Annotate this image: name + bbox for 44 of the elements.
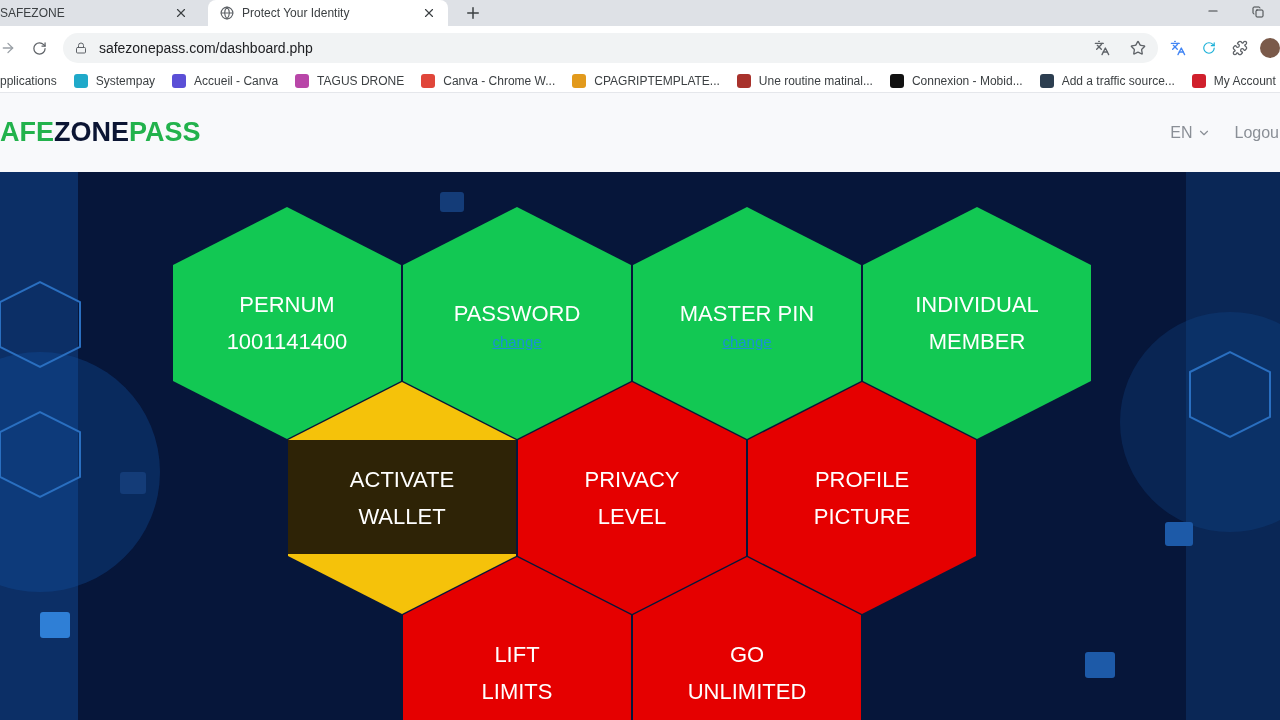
bookmark[interactable]: Connexion - Mobid... <box>889 72 1023 90</box>
tile-label: PERNUM <box>239 291 335 319</box>
bookmark[interactable]: TAGUS DRONE <box>295 72 405 90</box>
puzzle-icon[interactable] <box>1232 40 1249 56</box>
tab-title: SAFEZONE <box>0 5 66 22</box>
tile-label: 1001141400 <box>226 328 348 356</box>
tile-label: INDIVIDUAL <box>915 291 1039 319</box>
translate-extension-icon[interactable] <box>1170 40 1187 56</box>
close-icon[interactable] <box>422 6 436 20</box>
new-tab-icon[interactable] <box>464 4 482 22</box>
reload-icon[interactable] <box>31 40 47 56</box>
tile-label: GO <box>729 641 765 669</box>
tile-label: LIFT <box>494 641 540 669</box>
tile-label: LIMITS <box>481 678 553 706</box>
browser-tab[interactable]: Protect Your Identity <box>208 0 448 26</box>
bookmark[interactable]: CPAGRIPTEMPLATE... <box>572 72 720 90</box>
avatar-icon[interactable] <box>1260 38 1280 58</box>
tile-label: MASTER PIN <box>679 299 815 328</box>
translate-icon[interactable] <box>1094 40 1111 56</box>
restore-icon[interactable] <box>1252 6 1264 18</box>
tile-label: PRIVACY <box>584 466 680 494</box>
tile-label: PROFILE <box>814 466 910 494</box>
tile-label: LEVEL <box>597 503 667 531</box>
tile-label: PICTURE <box>813 503 911 531</box>
address-bar[interactable]: safezonepass.com/dashboard.php <box>62 33 1159 63</box>
star-icon[interactable] <box>1130 40 1147 56</box>
tile-label: ACTIVATE <box>349 466 455 494</box>
tile-label: WALLET <box>358 503 446 531</box>
close-icon[interactable] <box>174 6 188 20</box>
lock-icon <box>74 42 87 54</box>
tile-label: MEMBER <box>928 328 1026 356</box>
site-logo: AFEZONEPASS <box>0 116 201 150</box>
globe-icon <box>220 6 234 20</box>
tile-label: PASSWORD <box>453 299 581 328</box>
bookmark[interactable]: Systempay <box>73 72 156 90</box>
bookmark[interactable]: pplications <box>0 72 57 90</box>
bookmark[interactable]: My Account <box>1191 72 1276 90</box>
bookmark[interactable]: Accueil - Canva <box>172 72 279 90</box>
bookmark[interactable]: Add a traffic source... <box>1039 72 1175 90</box>
url-text: safezonepass.com/dashboard.php <box>98 38 314 58</box>
tab-title: Protect Your Identity <box>242 5 351 22</box>
tile-label: UNLIMITED <box>687 678 807 706</box>
bookmark[interactable]: Canva - Chrome W... <box>421 72 556 90</box>
bookmark[interactable]: Une routine matinal... <box>736 72 873 90</box>
